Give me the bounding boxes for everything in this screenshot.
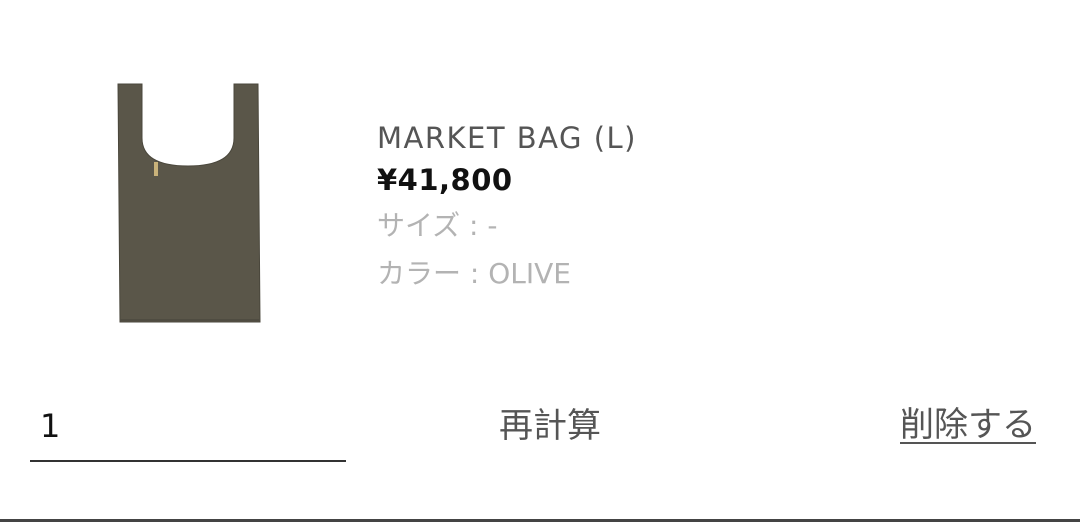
recalculate-button[interactable]: 再計算	[480, 392, 620, 452]
product-color: カラー : OLIVE	[377, 257, 571, 290]
product-price: ¥41,800	[377, 163, 513, 197]
quantity-input[interactable]	[30, 392, 346, 462]
product-size: サイズ : -	[377, 209, 498, 242]
market-bag-image	[117, 83, 261, 323]
product-info: MARKET BAG (L) ¥41,800 サイズ : - カラー : OLI…	[377, 118, 637, 298]
delete-link[interactable]: 削除する	[900, 397, 1036, 446]
product-image[interactable]	[108, 80, 268, 326]
product-name[interactable]: MARKET BAG (L)	[377, 118, 637, 158]
